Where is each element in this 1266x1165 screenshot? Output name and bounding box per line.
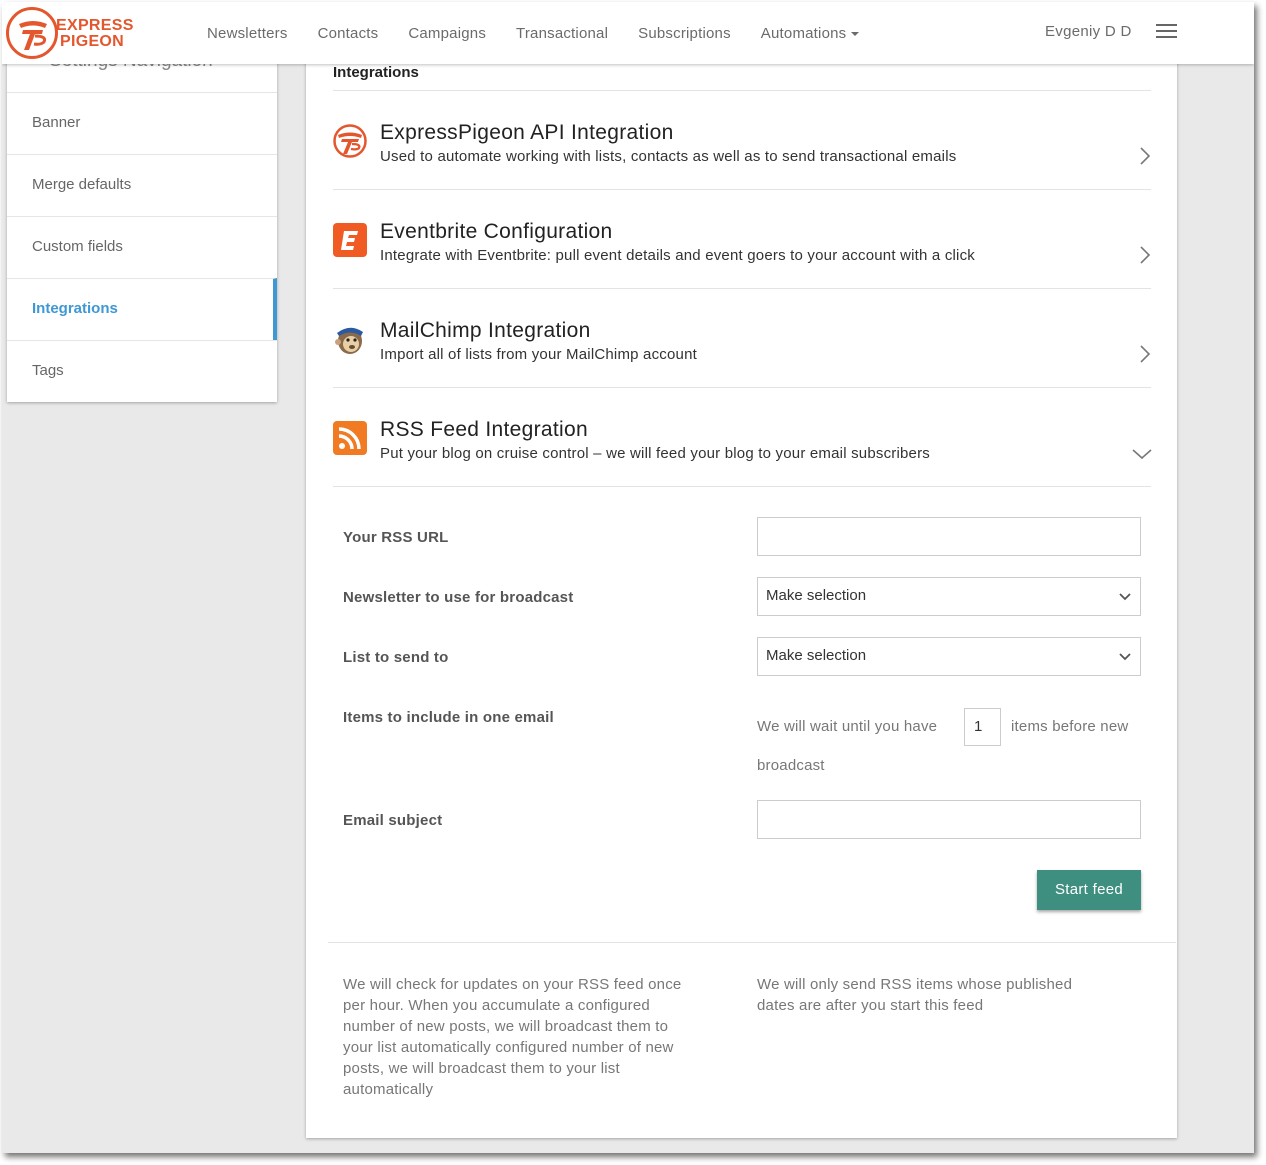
integration-row-rss[interactable]: RSS Feed Integration Put your blog on cr… xyxy=(333,388,1152,486)
note-line: number of new posts, we will broadcast t… xyxy=(343,1018,669,1035)
integration-row-api[interactable]: ExpressPigeon API Integration Used to au… xyxy=(333,91,1151,189)
subject-label: Email subject xyxy=(343,812,443,829)
items-suffix-text: items before new xyxy=(1011,718,1129,735)
logo-wordmark: EXPRESS PIGEON xyxy=(56,18,134,50)
chevron-right-icon[interactable] xyxy=(1139,146,1151,166)
mailchimp-icon xyxy=(335,327,363,354)
rss-note-right: We will only send RSS items whose publis… xyxy=(757,974,1137,1016)
rss-url-input[interactable] xyxy=(757,517,1141,556)
integrations-panel: Integrations ExpressPigeon API Integrati… xyxy=(306,32,1177,1138)
note-line: per hour. When you accumulate a configur… xyxy=(343,997,650,1014)
note-line: We will only send RSS items whose publis… xyxy=(757,976,1073,993)
nav-contacts[interactable]: Contacts xyxy=(318,25,379,42)
integration-row-eventbrite[interactable]: Eventbrite Configuration Integrate with … xyxy=(333,190,1151,288)
note-line: your list automatically configured numbe… xyxy=(343,1039,674,1056)
hamburger-icon[interactable] xyxy=(1156,24,1177,40)
list-label: List to send to xyxy=(343,649,449,666)
logo-line-2: PIGEON xyxy=(60,33,125,50)
newsletter-select[interactable]: Make selection xyxy=(757,577,1141,616)
chevron-down-icon[interactable] xyxy=(1132,448,1152,460)
nav-subscriptions[interactable]: Subscriptions xyxy=(638,25,731,42)
integration-row-mailchimp[interactable]: MailChimp Integration Import all of list… xyxy=(333,289,1151,387)
integration-title: MailChimp Integration xyxy=(380,319,591,342)
integration-description: Integrate with Eventbrite: pull event de… xyxy=(380,247,975,264)
divider xyxy=(328,942,1176,943)
integration-description: Put your blog on cruise control – we wil… xyxy=(380,445,930,462)
sidebar-item-custom-fields[interactable]: Custom fields xyxy=(7,216,277,278)
expresspigeon-logo[interactable]: EXPRESS PIGEON xyxy=(6,5,136,61)
expresspigeon-logo-icon xyxy=(333,124,367,158)
rss-note-left: We will check for updates on your RSS fe… xyxy=(343,974,723,1100)
caret-down-icon xyxy=(851,31,860,36)
integration-description: Used to automate working with lists, con… xyxy=(380,148,957,165)
list-select[interactable]: Make selection xyxy=(757,637,1141,676)
integration-title: ExpressPigeon API Integration xyxy=(380,121,674,144)
nav-transactional[interactable]: Transactional xyxy=(516,25,608,42)
main-nav: Newsletters Contacts Campaigns Transacti… xyxy=(207,2,889,64)
email-subject-input[interactable] xyxy=(757,800,1141,839)
chevron-right-icon[interactable] xyxy=(1139,245,1151,265)
sidebar-item-integrations[interactable]: Integrations xyxy=(7,278,277,340)
newsletter-label: Newsletter to use for broadcast xyxy=(343,589,574,606)
sidebar-item-banner[interactable]: Banner xyxy=(7,92,277,154)
nav-newsletters[interactable]: Newsletters xyxy=(207,25,288,42)
nav-automations-dropdown[interactable]: Automations xyxy=(761,25,860,42)
app-window: EXPRESS PIGEON Newsletters Contacts Camp… xyxy=(2,2,1254,1153)
start-feed-button[interactable]: Start feed xyxy=(1037,870,1141,910)
sidebar-item-tags[interactable]: Tags xyxy=(7,340,277,402)
logo-line-1: EXPRESS xyxy=(56,17,134,34)
items-count-input[interactable]: 1 xyxy=(964,708,1001,746)
note-line: dates are after you start this feed xyxy=(757,997,984,1014)
top-navbar: EXPRESS PIGEON Newsletters Contacts Camp… xyxy=(2,2,1254,64)
integration-title: Eventbrite Configuration xyxy=(380,220,613,243)
rss-icon xyxy=(333,421,367,455)
settings-sidebar: Settings Navigation Banner Merge default… xyxy=(7,32,277,402)
note-line: automatically xyxy=(343,1081,434,1098)
nav-campaigns[interactable]: Campaigns xyxy=(408,25,486,42)
rss-url-label: Your RSS URL xyxy=(343,529,449,546)
chevron-down-icon xyxy=(1119,593,1131,601)
chevron-right-icon[interactable] xyxy=(1139,344,1151,364)
items-prefix-text: We will wait until you have xyxy=(757,718,938,735)
divider xyxy=(333,486,1151,487)
integration-title: RSS Feed Integration xyxy=(380,418,588,441)
items-label: Items to include in one email xyxy=(343,709,554,726)
pigeon-logo-icon xyxy=(6,7,58,59)
sidebar-item-merge-defaults[interactable]: Merge defaults xyxy=(7,154,277,216)
note-line: posts, we will broadcast them to your li… xyxy=(343,1060,620,1077)
chevron-down-icon xyxy=(1119,653,1131,661)
items-suffix-text-2: broadcast xyxy=(757,757,825,774)
nav-automations-label: Automations xyxy=(760,24,847,42)
integration-description: Import all of lists from your MailChimp … xyxy=(380,346,697,363)
note-line: We will check for updates on your RSS fe… xyxy=(343,976,682,993)
newsletter-select-value: Make selection xyxy=(766,587,867,604)
list-select-value: Make selection xyxy=(766,647,867,664)
user-menu[interactable]: Evgeniy D D xyxy=(1045,23,1132,40)
eventbrite-icon xyxy=(333,223,367,257)
page-title: Integrations xyxy=(333,64,419,81)
